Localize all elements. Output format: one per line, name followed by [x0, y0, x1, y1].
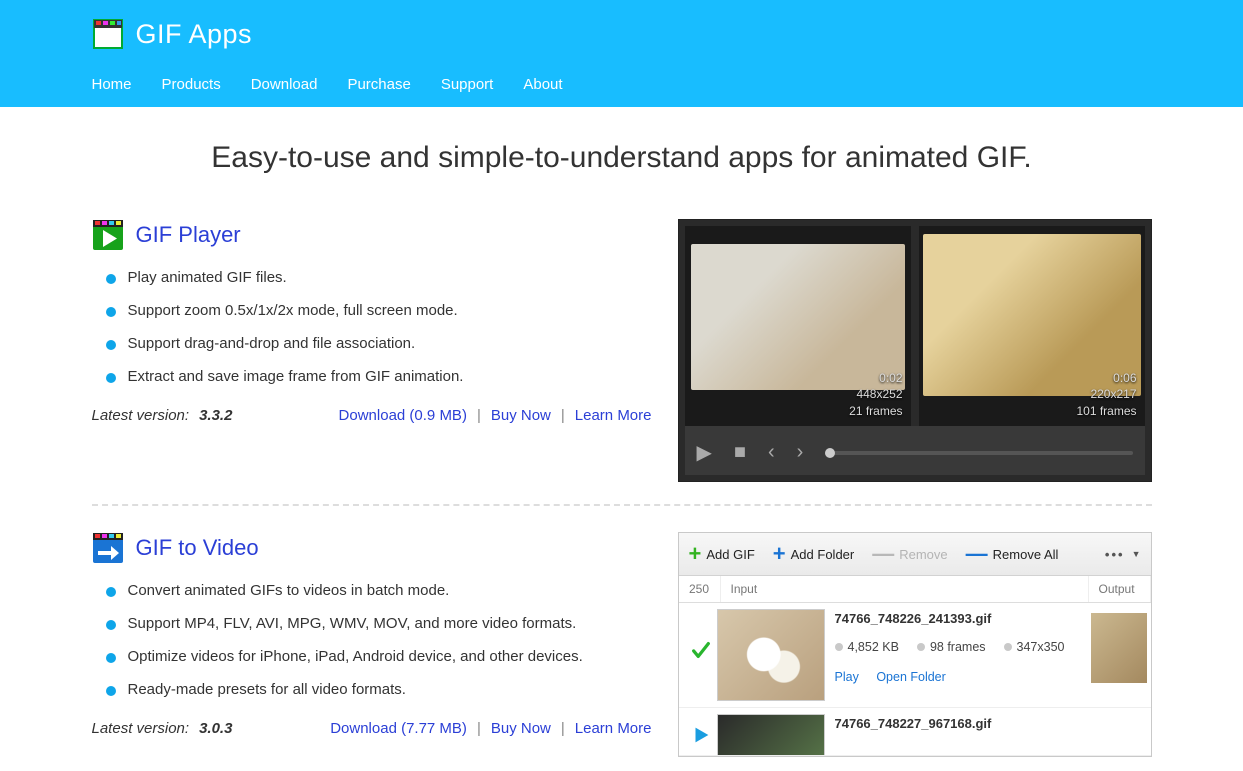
nav-purchase[interactable]: Purchase: [347, 76, 410, 93]
gif-player-features: Play animated GIF files. Support zoom 0.…: [92, 269, 652, 385]
learn-link[interactable]: Learn More: [575, 720, 652, 737]
remove-button[interactable]: —Remove: [872, 541, 947, 567]
main-nav: Home Products Download Purchase Support …: [92, 64, 1152, 107]
brand-logo-icon: [92, 18, 124, 50]
thumb-dim: 448x252: [849, 386, 902, 403]
download-link[interactable]: Download (0.9 MB): [339, 407, 467, 424]
file-frames: 98 frames: [930, 640, 986, 654]
dots-icon: •••: [1105, 547, 1125, 562]
file-play-link[interactable]: Play: [835, 670, 859, 684]
thumb-time: 0:06: [1076, 370, 1136, 387]
divider: [92, 504, 1152, 506]
feature-text: Optimize videos for iPhone, iPad, Androi…: [128, 648, 583, 665]
nav-home[interactable]: Home: [92, 76, 132, 93]
bullet-icon: [106, 587, 116, 597]
minus-icon: —: [872, 541, 894, 567]
gif-to-video-icon: [92, 532, 124, 564]
plus-icon: +: [773, 545, 786, 563]
plus-icon: +: [689, 545, 702, 563]
minus-icon: —: [966, 541, 988, 567]
brand: GIF Apps: [92, 12, 1152, 64]
file-dim: 347x350: [1017, 640, 1065, 654]
latest-label: Latest version:: [92, 720, 190, 737]
remove-all-button[interactable]: —Remove All: [966, 541, 1059, 567]
stop-icon[interactable]: ■: [734, 441, 746, 464]
latest-label: Latest version:: [92, 407, 190, 424]
download-link[interactable]: Download (7.77 MB): [330, 720, 467, 737]
nav-products[interactable]: Products: [162, 76, 221, 93]
hero-headline: Easy-to-use and simple-to-understand app…: [92, 141, 1152, 175]
buy-link[interactable]: Buy Now: [491, 407, 551, 424]
next-icon[interactable]: ›: [797, 441, 804, 464]
feature-text: Convert animated GIFs to videos in batch…: [128, 582, 450, 599]
bullet-icon: [106, 274, 116, 284]
learn-link[interactable]: Learn More: [575, 407, 652, 424]
bullet-icon: [106, 620, 116, 630]
file-thumb: [717, 609, 825, 701]
nav-support[interactable]: Support: [441, 76, 494, 93]
row-pending-icon: [685, 714, 717, 746]
nav-about[interactable]: About: [523, 76, 562, 93]
file-name: 74766_748226_241393.gif: [835, 611, 1091, 626]
g2v-screenshot: +Add GIF +Add Folder —Remove —Remove All…: [678, 532, 1152, 757]
feature-text: Support zoom 0.5x/1x/2x mode, full scree…: [128, 302, 458, 319]
latest-version: 3.3.2: [199, 407, 232, 424]
feature-text: Support drag-and-drop and file associati…: [128, 335, 416, 352]
player-thumb: 0:06 220x217 101 frames: [919, 226, 1145, 426]
bullet-icon: [106, 686, 116, 696]
brand-title: GIF Apps: [136, 19, 253, 50]
gif-to-video-title[interactable]: GIF to Video: [136, 535, 259, 561]
col-input: Input: [721, 576, 1089, 602]
thumb-time: 0:02: [849, 370, 902, 387]
add-folder-button[interactable]: +Add Folder: [773, 545, 854, 563]
thumb-frames: 101 frames: [1076, 403, 1136, 420]
file-open-link[interactable]: Open Folder: [876, 670, 945, 684]
progress-bar[interactable]: [825, 451, 1132, 455]
prev-icon[interactable]: ‹: [768, 441, 775, 464]
bullet-icon: [106, 340, 116, 350]
gif-player-icon: [92, 219, 124, 251]
gif-player-title[interactable]: GIF Player: [136, 222, 241, 248]
more-menu-button[interactable]: ••• ▼: [1105, 547, 1141, 562]
file-size: 4,852 KB: [848, 640, 899, 654]
buy-link[interactable]: Buy Now: [491, 720, 551, 737]
gif-to-video-features: Convert animated GIFs to videos in batch…: [92, 582, 652, 698]
file-row[interactable]: 74766_748226_241393.gif 4,852 KB 98 fram…: [679, 603, 1151, 708]
file-row[interactable]: 74766_748227_967168.gif: [679, 708, 1151, 756]
player-screenshot: 0:02 448x252 21 frames 0:06 220x217 101 …: [678, 219, 1152, 482]
feature-text: Play animated GIF files.: [128, 269, 287, 286]
thumb-frames: 21 frames: [849, 403, 902, 420]
col-width: 250: [679, 576, 721, 602]
file-name: 74766_748227_967168.gif: [835, 716, 1151, 731]
play-icon[interactable]: ▶: [697, 440, 712, 465]
feature-text: Extract and save image frame from GIF an…: [128, 368, 464, 385]
col-output: Output: [1089, 576, 1151, 602]
bullet-icon: [106, 653, 116, 663]
thumb-dim: 220x217: [1076, 386, 1136, 403]
bullet-icon: [106, 373, 116, 383]
file-thumb: [717, 714, 825, 756]
row-check-icon: [685, 609, 717, 661]
thumb-image: [691, 244, 905, 390]
output-thumb: [1091, 613, 1147, 683]
feature-text: Ready-made presets for all video formats…: [128, 681, 406, 698]
player-thumb: 0:02 448x252 21 frames: [685, 226, 911, 426]
add-gif-button[interactable]: +Add GIF: [689, 545, 755, 563]
bullet-icon: [106, 307, 116, 317]
nav-download[interactable]: Download: [251, 76, 318, 93]
chevron-down-icon: ▼: [1132, 549, 1141, 559]
feature-text: Support MP4, FLV, AVI, MPG, WMV, MOV, an…: [128, 615, 577, 632]
latest-version: 3.0.3: [199, 720, 232, 737]
